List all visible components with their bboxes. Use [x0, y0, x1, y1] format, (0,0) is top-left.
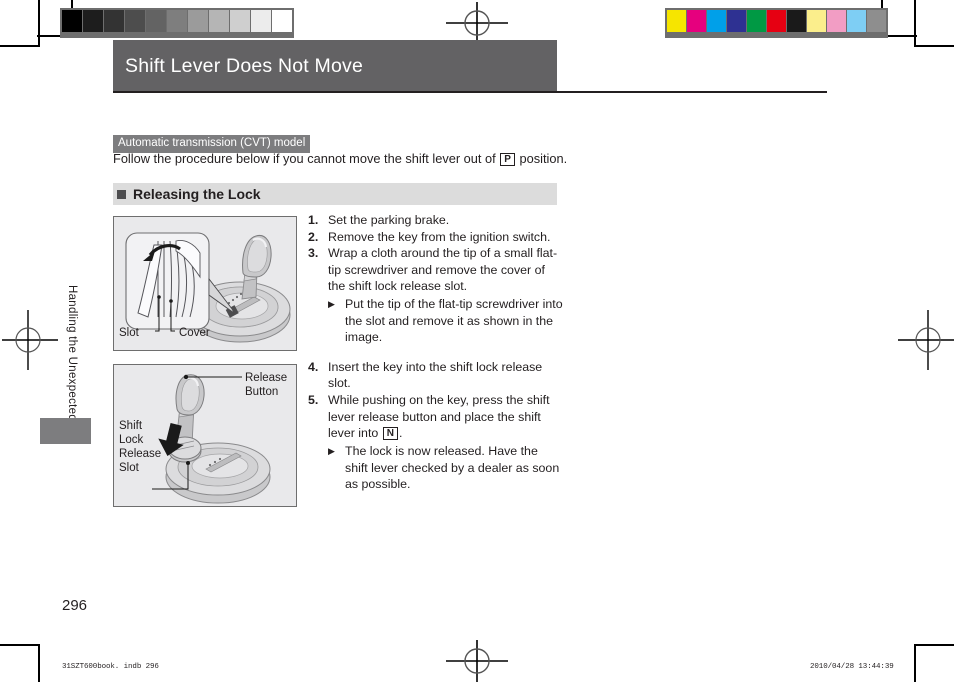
procedure-substep: ▶ Put the tip of the flat-tip screwdrive… [328, 296, 563, 346]
figure2-label-release-button-line1: Release [245, 372, 287, 384]
grayscale-swatch-4 [145, 10, 166, 32]
crop-mark-tl-v [38, 0, 40, 47]
crop-mark-bl-v [38, 644, 40, 682]
grayscale-swatch-10 [271, 10, 292, 32]
color-calibration-bar [665, 8, 888, 38]
triangle-bullet-icon: ▶ [328, 445, 335, 456]
color-swatch-8 [826, 10, 846, 32]
intro-text-before: Follow the procedure below if you cannot… [113, 151, 496, 166]
registration-mark-top [446, 2, 508, 44]
step-text-before: While pushing on the key, press the shif… [328, 393, 550, 441]
color-swatch-4 [746, 10, 766, 32]
step-text: Insert the key into the shift lock relea… [328, 359, 543, 391]
print-footer-right: 2010/04/28 13:44:39 [810, 663, 894, 671]
figure-release-button-and-slot: Release Button Shift Lock Release Slot [113, 364, 297, 507]
step-number: 5. [308, 393, 319, 408]
page-title-bar: Shift Lever Does Not Move [113, 40, 557, 92]
procedure-substep: ▶ The lock is now released. Have the shi… [328, 443, 563, 493]
step-number: 2. [308, 229, 319, 244]
step-text: While pushing on the key, press the shif… [328, 392, 563, 442]
square-bullet-icon [117, 189, 126, 199]
color-swatch-9 [846, 10, 866, 32]
color-swatch-2 [706, 10, 726, 32]
section-header: Releasing the Lock [113, 183, 557, 205]
grayscale-swatch-9 [250, 10, 271, 32]
crop-mark-tr-h [914, 45, 954, 47]
step-number: 3. [308, 246, 319, 261]
step-text: Remove the key from the ignition switch. [328, 229, 551, 244]
page-number: 296 [62, 597, 88, 614]
step-number: 4. [308, 359, 319, 374]
figure2-label-slot-line1: Shift [119, 420, 143, 432]
color-swatch-0 [667, 10, 686, 32]
substep-text: The lock is now released. Have the shift… [345, 443, 560, 492]
registration-mark-left [2, 310, 58, 370]
figure1-label-cover: Cover [179, 327, 210, 339]
figure2-label-slot-line2: Lock [119, 434, 144, 446]
figure2-illustration: Release Button Shift Lock Release Slot [114, 365, 296, 506]
color-swatch-7 [806, 10, 826, 32]
print-footer-left: 31SZT600book. indb 296 [62, 663, 159, 671]
intro-paragraph: Follow the procedure below if you cannot… [113, 150, 567, 169]
substep-text: Put the tip of the flat-tip screwdriver … [345, 297, 563, 345]
figure1-label-slot: Slot [119, 327, 140, 339]
chapter-thumb-tab [40, 418, 91, 444]
grayscale-swatch-2 [103, 10, 124, 32]
crop-mark-tr-v [914, 0, 916, 47]
shift-position-n-keycap: N [382, 427, 398, 441]
procedure-step: 3. Wrap a cloth around the tip of a smal… [308, 245, 563, 295]
step-text: Wrap a cloth around the tip of a small f… [328, 246, 558, 294]
section-heading-label: Releasing the Lock [133, 186, 261, 202]
procedure-step: 4. Insert the key into the shift lock re… [308, 359, 563, 392]
grayscale-swatch-6 [187, 10, 208, 32]
figure-shift-lock-slot-cover: Slot Cover [113, 216, 297, 351]
color-swatch-5 [766, 10, 786, 32]
grayscale-swatch-0 [62, 10, 82, 32]
grayscale-swatch-8 [229, 10, 250, 32]
step-group-spacer [308, 346, 563, 359]
figure1-illustration: Slot Cover [114, 217, 296, 350]
color-swatch-10 [866, 10, 886, 32]
procedure-step-list: 1. Set the parking brake. 2. Remove the … [308, 212, 563, 493]
grayscale-swatch-1 [82, 10, 103, 32]
figure2-label-release-button-line2: Button [245, 386, 278, 398]
figure2-label-slot-line4: Slot [119, 462, 140, 474]
procedure-step: 2. Remove the key from the ignition swit… [308, 229, 563, 246]
grayscale-swatch-7 [208, 10, 229, 32]
shift-position-p-keycap: P [500, 153, 515, 166]
step-text-after: . [398, 426, 403, 441]
procedure-step: 1. Set the parking brake. [308, 212, 563, 229]
registration-mark-bottom [446, 640, 508, 682]
crop-mark-tl-h [0, 45, 40, 47]
color-swatch-6 [786, 10, 806, 32]
grayscale-swatch-3 [124, 10, 145, 32]
figure2-label-slot-line3: Release [119, 448, 161, 460]
step-number: 1. [308, 213, 319, 227]
running-head-vertical: Handling the Unexpected [66, 285, 78, 422]
title-underline-rule [113, 91, 827, 93]
crop-mark-br-h [914, 644, 954, 646]
page-title: Shift Lever Does Not Move [125, 54, 364, 77]
color-swatch-3 [726, 10, 746, 32]
step-text: Set the parking brake. [328, 213, 450, 227]
grayscale-swatch-5 [166, 10, 187, 32]
crop-mark-bl-h [0, 644, 40, 646]
registration-mark-right [898, 310, 954, 370]
intro-text-after: position. [519, 151, 568, 166]
triangle-bullet-icon: ▶ [328, 299, 335, 310]
color-swatch-1 [686, 10, 706, 32]
crop-mark-br-v [914, 644, 916, 682]
grayscale-calibration-bar [60, 8, 294, 38]
procedure-step: 5. While pushing on the key, press the s… [308, 392, 563, 442]
